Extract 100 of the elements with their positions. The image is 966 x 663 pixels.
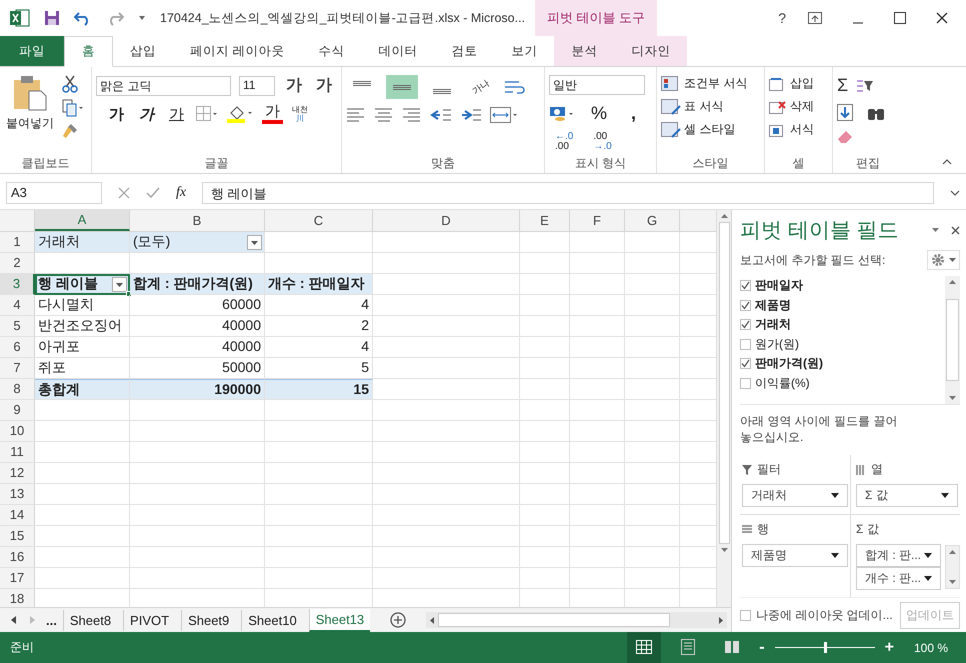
zoom-in-button[interactable]: + — [884, 638, 894, 656]
filter-dropdown-icon[interactable] — [247, 234, 262, 250]
underline-button[interactable]: 가 — [166, 104, 187, 124]
increase-indent-icon[interactable] — [460, 108, 482, 122]
new-sheet-icon[interactable] — [390, 612, 406, 628]
ribbon-tab[interactable]: 홈 — [64, 36, 113, 67]
fill-color-icon[interactable] — [227, 105, 253, 123]
align-text-icon[interactable] — [374, 108, 394, 122]
field-checkbox[interactable] — [740, 280, 751, 292]
row-header[interactable]: 3 — [0, 274, 35, 295]
formula-input[interactable]: 행 레이블 — [202, 182, 934, 204]
phonetic-guide-button[interactable]: 내천 川 — [292, 105, 308, 123]
ribbon-tab[interactable]: 삽입 — [113, 36, 173, 66]
row-header[interactable]: 11 — [0, 442, 35, 463]
scrollbar-thumb[interactable] — [946, 299, 959, 381]
sheet-tab[interactable]: Sheet10 — [241, 610, 303, 630]
scroll-down-icon[interactable] — [720, 548, 728, 552]
scroll-up-icon[interactable] — [949, 280, 956, 284]
caret-icon[interactable] — [831, 553, 839, 558]
row-header[interactable]: 8 — [0, 379, 35, 400]
style-command-button[interactable]: 셀 스타일 — [684, 121, 736, 138]
currency-icon[interactable] — [549, 104, 575, 122]
previous-sheet-icon[interactable] — [10, 616, 18, 624]
ribbon-tab[interactable]: 데이터 — [361, 36, 434, 66]
table-brush-icon[interactable] — [661, 98, 681, 114]
enter-check-icon[interactable] — [146, 187, 160, 199]
maximize-icon[interactable] — [894, 12, 906, 24]
ribbon-tab[interactable]: 분석 — [554, 36, 614, 66]
field-checkbox[interactable] — [740, 300, 751, 311]
row-header[interactable]: 14 — [0, 505, 35, 526]
area-scrollbar[interactable] — [945, 545, 960, 589]
pivot-field-cell[interactable]: 행 레이블 — [35, 274, 130, 295]
align-text-icon[interactable] — [402, 108, 422, 122]
field-checkbox[interactable] — [740, 358, 751, 370]
comma-button[interactable]: , — [623, 103, 644, 124]
style-command-button[interactable]: 조건부 서식 — [684, 75, 748, 92]
paste-button[interactable]: 붙여넣기 — [4, 71, 56, 136]
save-icon[interactable] — [44, 10, 60, 26]
pane-options-caret-icon[interactable] — [932, 228, 939, 232]
decrease-font-size-button[interactable]: 가 — [313, 75, 335, 96]
insert-function-button[interactable]: fx — [176, 185, 186, 201]
field-name[interactable]: 거래처 — [755, 316, 791, 334]
horizontal-scrollbar[interactable] — [426, 612, 727, 628]
row-header[interactable]: 9 — [0, 400, 35, 421]
align-text-icon[interactable] — [346, 108, 366, 122]
field-name[interactable]: 판매가격(원) — [755, 355, 823, 372]
close-icon[interactable] — [951, 226, 960, 234]
customize-dropdown-icon[interactable] — [138, 15, 146, 21]
sheet-tab[interactable]: PIVOT — [123, 610, 176, 630]
field-name[interactable]: 원가(원) — [755, 336, 799, 353]
sheet-tab[interactable]: Sheet9 — [181, 610, 236, 630]
font-size-dropdown[interactable]: 11 — [239, 76, 275, 96]
scroll-left-icon[interactable] — [430, 616, 434, 624]
name-box[interactable]: A3 — [6, 182, 102, 204]
table-brush-icon[interactable] — [661, 122, 681, 138]
decrease-decimal-button[interactable]: .00 →.0 — [587, 132, 618, 152]
scrollbar-thumb[interactable] — [718, 222, 730, 544]
cell-command-button[interactable]: 서식 — [790, 121, 814, 138]
ribbon-tab[interactable]: 보기 — [494, 36, 554, 66]
wrap-text-icon[interactable] — [504, 79, 526, 95]
ribbon-tab[interactable]: 수식 — [301, 36, 362, 66]
help-button[interactable]: ? — [778, 10, 786, 26]
field-checkbox[interactable] — [740, 338, 751, 350]
scissors-icon[interactable] — [62, 75, 78, 93]
font-name-dropdown[interactable]: 맑은 고딕 — [96, 76, 231, 96]
field-list-scrollbar[interactable] — [945, 276, 960, 404]
style-command-button[interactable]: 표 서식 — [684, 98, 724, 115]
caret-icon[interactable] — [941, 493, 949, 498]
collapse-ribbon-icon[interactable] — [942, 159, 952, 165]
tools-button[interactable] — [927, 250, 960, 270]
scroll-down-icon[interactable] — [949, 580, 956, 584]
row-header[interactable]: 7 — [0, 358, 35, 379]
scroll-up-icon[interactable] — [949, 550, 956, 554]
cell-command-button[interactable]: 삭제 — [790, 98, 814, 115]
font-color-button[interactable]: 가 — [262, 104, 283, 124]
sheet-tab[interactable]: Sheet8 — [62, 610, 118, 630]
column-header[interactable]: A — [35, 210, 130, 231]
more-sheets-button[interactable]: ... — [46, 612, 57, 628]
caret-icon[interactable] — [831, 493, 839, 498]
scrollbar-thumb[interactable] — [438, 613, 670, 627]
caret-icon[interactable] — [924, 553, 932, 558]
delete-cells-icon[interactable] — [769, 98, 787, 114]
increase-decimal-button[interactable]: ←.0 .00 — [549, 132, 580, 152]
row-header[interactable]: 6 — [0, 337, 35, 358]
text-orientation-button[interactable]: 가나 — [464, 73, 498, 101]
filter-dropdown-icon[interactable] — [112, 276, 127, 292]
row-header[interactable]: 18 — [0, 589, 35, 607]
scroll-right-icon[interactable] — [719, 616, 723, 624]
zoom-level[interactable]: 100 % — [914, 640, 948, 654]
row-header[interactable]: 17 — [0, 568, 35, 589]
scroll-up-icon[interactable] — [720, 214, 728, 218]
sheet-tab[interactable]: Sheet13 — [308, 608, 370, 632]
vertical-scrollbar[interactable] — [716, 210, 731, 607]
row-header[interactable]: 16 — [0, 547, 35, 568]
caret-icon[interactable] — [924, 576, 932, 581]
defer-update-checkbox[interactable] — [740, 610, 751, 620]
field-name[interactable]: 제품명 — [755, 296, 791, 314]
row-header[interactable]: 5 — [0, 316, 35, 337]
percent-button[interactable]: % — [583, 103, 616, 124]
row-header[interactable]: 13 — [0, 484, 35, 505]
